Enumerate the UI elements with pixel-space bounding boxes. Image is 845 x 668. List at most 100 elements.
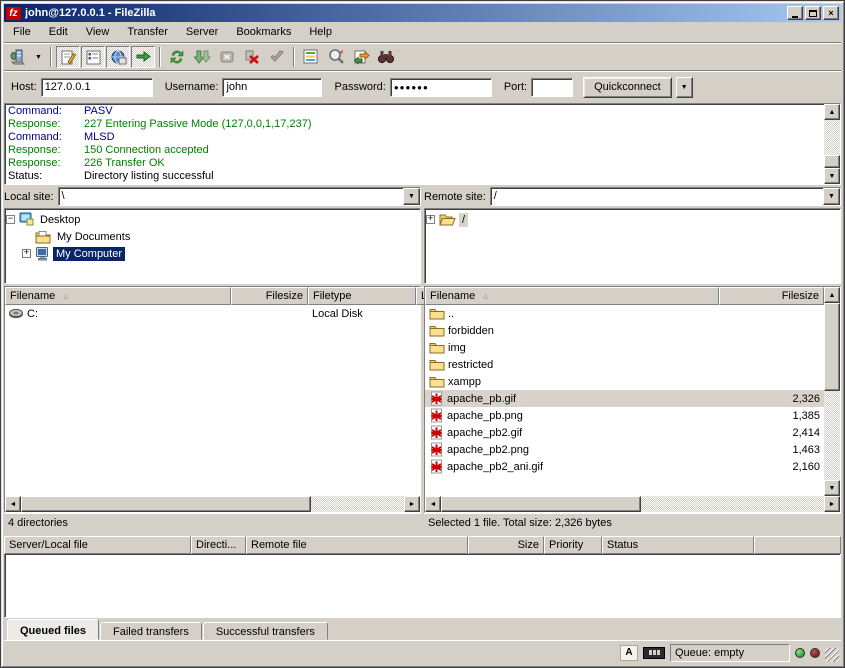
tree-item-desktop[interactable]: − Desktop [6,211,419,228]
port-input[interactable] [531,78,573,97]
scroll-down-button[interactable]: ▼ [824,168,840,184]
column-header-filename[interactable]: Filename▵ [5,287,231,305]
remote-file-row[interactable]: forbidden [425,322,824,339]
remote-list-body[interactable]: .. forbidden img [425,305,824,496]
transfer-type-indicator-icon[interactable]: A [620,645,638,661]
tree-item-my-documents[interactable]: My Documents [6,228,419,245]
abort-button[interactable] [265,46,289,68]
scroll-right-button[interactable]: ► [404,496,420,512]
chevron-down-icon: ▼ [35,54,42,61]
directory-comparison-button[interactable] [299,46,323,68]
scroll-up-button[interactable]: ▲ [824,287,840,303]
find-files-button[interactable] [374,46,398,68]
close-icon: × [828,9,833,18]
quickconnect-button[interactable]: Quickconnect [583,77,672,98]
column-header-remote-file[interactable]: Remote file [246,536,468,554]
local-file-row[interactable]: C: Local Disk [5,305,420,322]
expand-icon[interactable]: + [426,215,435,224]
local-site-label: Local site: [4,191,54,203]
file-name: xampp [448,376,481,388]
toggle-remote-tree-button[interactable] [106,46,130,68]
scroll-right-button[interactable]: ► [824,496,840,512]
remote-file-row-selected[interactable]: apache_pb.gif 2,326 [425,390,824,407]
queue-tabs: Queued files Failed transfers Successful… [4,618,841,640]
queue-list-body[interactable] [4,554,841,618]
maximize-button[interactable] [805,6,821,20]
remote-file-row[interactable]: apache_pb2_ani.gif 2,160 [425,458,824,475]
expand-icon[interactable]: + [22,249,31,258]
remote-file-row[interactable]: apache_pb.png 1,385 [425,407,824,424]
site-manager-dropdown-button[interactable]: ▼ [31,46,46,68]
arrow-left-icon: ◄ [430,501,437,508]
menu-help[interactable]: Help [300,24,341,40]
scroll-down-button[interactable]: ▼ [824,480,840,496]
column-header-filesize[interactable]: Filesize [719,287,824,305]
menu-transfer[interactable]: Transfer [118,24,177,40]
collapse-icon[interactable]: − [6,215,15,224]
tree-item-root[interactable]: + / [426,211,839,228]
remote-site-dropdown-button[interactable]: ▼ [823,188,840,205]
local-site-combo[interactable]: \ ▼ [58,187,421,206]
remote-file-row[interactable]: xampp [425,373,824,390]
disconnect-button[interactable] [240,46,264,68]
column-header-direction[interactable]: Directi... [191,536,246,554]
tab-queued-files[interactable]: Queued files [7,619,99,640]
local-horizontal-scrollbar[interactable]: ◄ ► [5,496,420,512]
menu-edit[interactable]: Edit [40,24,77,40]
site-manager-button[interactable] [6,46,30,68]
scroll-thumb[interactable] [824,303,840,391]
column-header-filetype[interactable]: Filetype [308,287,416,305]
remote-vertical-scrollbar[interactable]: ▲ ▼ [824,287,840,496]
remote-site-combo[interactable]: / ▼ [490,187,841,206]
scroll-up-button[interactable]: ▲ [824,104,840,120]
quickconnect-dropdown-button[interactable]: ▼ [676,77,693,98]
remote-horizontal-scrollbar[interactable]: ◄ ► [425,496,840,512]
column-header-server-local-file[interactable]: Server/Local file [4,536,191,554]
scroll-thumb[interactable] [21,496,311,512]
toggle-message-log-button[interactable] [56,46,80,68]
column-header-filesize[interactable]: Filesize [231,287,308,305]
refresh-button[interactable] [165,46,189,68]
column-header-status[interactable]: Status [602,536,754,554]
scroll-thumb[interactable] [824,155,840,168]
toggle-local-tree-button[interactable] [81,46,105,68]
log-entry: Status:Directory listing successful [8,170,821,183]
menu-view[interactable]: View [77,24,119,40]
log-entry: Command:PASV [8,105,821,118]
resize-grip[interactable] [825,648,839,662]
username-input[interactable] [222,78,322,97]
cancel-operation-button[interactable] [215,46,239,68]
log-scrollbar[interactable]: ▲ ▼ [824,104,840,184]
remote-file-row[interactable]: .. [425,305,824,322]
remote-file-row[interactable]: apache_pb2.gif 2,414 [425,424,824,441]
tree-item-my-computer[interactable]: + My Computer [6,245,419,262]
tab-failed-transfers[interactable]: Failed transfers [100,622,202,640]
menu-file[interactable]: File [4,24,40,40]
column-header-size[interactable]: Size [468,536,544,554]
process-queue-button[interactable] [190,46,214,68]
toggle-transfer-queue-button[interactable] [131,46,155,68]
column-header-priority[interactable]: Priority [544,536,602,554]
menu-bookmarks[interactable]: Bookmarks [227,24,300,40]
tab-successful-transfers[interactable]: Successful transfers [203,622,328,640]
password-input[interactable] [390,78,492,97]
port-label: Port: [504,81,527,93]
scroll-left-button[interactable]: ◄ [5,496,21,512]
directory-filters-button[interactable] [349,46,373,68]
menu-server[interactable]: Server [177,24,227,40]
local-list-body[interactable]: C: Local Disk [5,305,420,496]
column-header-filename[interactable]: Filename▵ [425,287,719,305]
host-label: Host: [11,81,37,93]
encryption-indicator-icon[interactable] [643,647,665,659]
local-site-dropdown-button[interactable]: ▼ [403,188,420,205]
remote-file-row[interactable]: apache_pb2.png 1,463 [425,441,824,458]
close-button[interactable]: × [823,6,839,20]
remote-file-row[interactable]: restricted [425,356,824,373]
title-bar[interactable]: fz john@127.0.0.1 - FileZilla × [4,4,841,22]
scroll-left-button[interactable]: ◄ [425,496,441,512]
remote-file-row[interactable]: img [425,339,824,356]
minimize-button[interactable] [787,6,803,20]
host-input[interactable] [41,78,153,97]
scroll-thumb[interactable] [441,496,641,512]
synchronized-browsing-button[interactable] [324,46,348,68]
